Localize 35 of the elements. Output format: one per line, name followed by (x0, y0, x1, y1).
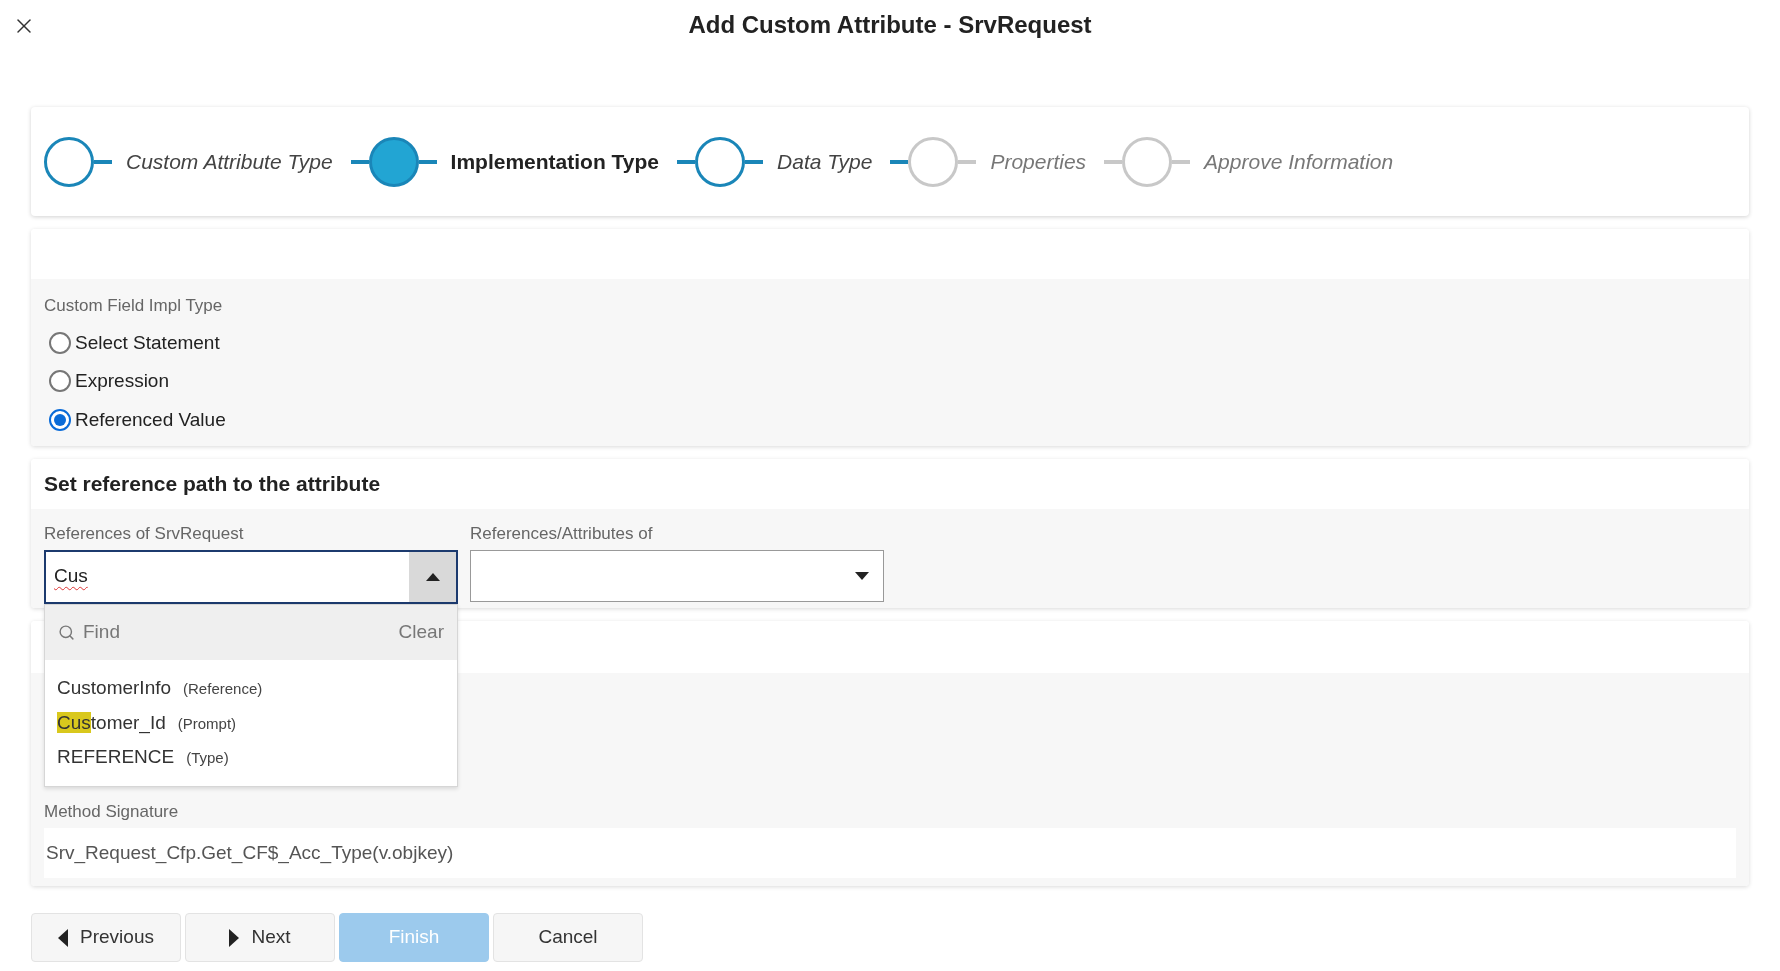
attributes-select[interactable] (470, 549, 884, 602)
radio-option[interactable]: Referenced Value (49, 405, 1736, 434)
clear-link[interactable]: Clear (398, 618, 444, 647)
search-icon (58, 624, 75, 641)
caret-right-icon (229, 928, 240, 947)
field-label: Custom Field Impl Type (44, 295, 224, 317)
radio-button[interactable] (49, 331, 71, 354)
step-label: Approve Information (1204, 148, 1394, 175)
radio-option[interactable]: Expression (49, 367, 1736, 396)
step-label: Data Type (777, 148, 873, 175)
radio-option[interactable]: Select Statement (49, 328, 1736, 357)
plain-button[interactable]: Cancel (493, 913, 643, 962)
references-combo[interactable]: Cus (44, 549, 458, 604)
field-label: References/Attributes of (470, 523, 654, 545)
radio-button[interactable] (49, 370, 71, 393)
step-label: Custom Attribute Type (126, 148, 333, 175)
step-label: Properties (990, 148, 1087, 175)
dropdown-toggle[interactable] (409, 551, 456, 602)
field-label: References of SrvRequest (44, 523, 245, 545)
dropdown-option[interactable]: Customer_Id (Prompt) (57, 708, 237, 737)
next-button[interactable]: Next (185, 913, 335, 962)
find-field[interactable]: Find Clear (45, 605, 457, 660)
dropdown-option[interactable]: CustomerInfo (Reference) (57, 674, 263, 703)
caret-icon (425, 572, 440, 581)
section-heading: Set reference path to the attribute (44, 471, 381, 498)
caret-left-icon (58, 928, 69, 947)
dialog-title: Add Custom Attribute - SrvRequest (688, 10, 1092, 40)
field-label: Method Signature (44, 800, 180, 823)
radio-button[interactable] (49, 408, 71, 431)
method-signature-field: Srv_Request_Cfp.Get_CF$_Acc_Type(v.objkey) (44, 828, 1736, 878)
references-input[interactable]: Cus (46, 551, 409, 602)
dropdown-option[interactable]: REFERENCE (Type) (57, 743, 229, 772)
caret-icon (855, 571, 869, 580)
previous-button[interactable]: Previous (31, 913, 181, 962)
step-label: Implementation Type (450, 148, 660, 175)
